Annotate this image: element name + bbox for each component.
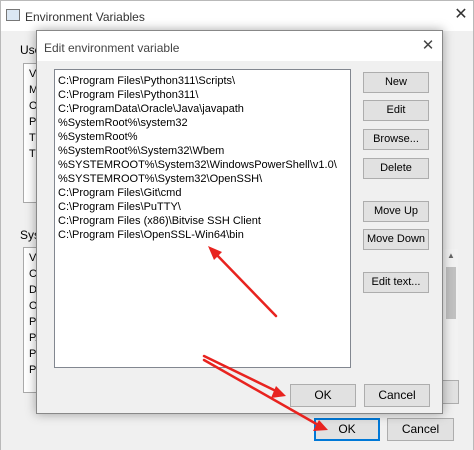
edit-dialog-title: Edit environment variable [44,41,180,55]
system-list-scrollbar[interactable]: ▲ ▼ [442,249,458,399]
system-partial-button[interactable] [441,380,459,404]
scrollbar-thumb[interactable] [446,267,456,319]
env-cancel-button[interactable]: Cancel [387,418,454,441]
move-down-button[interactable]: Move Down [363,229,429,250]
path-list-item[interactable]: C:\Program Files\Git\cmd [58,186,181,200]
delete-button[interactable]: Delete [363,158,429,179]
env-ok-button[interactable]: OK [314,418,380,441]
edit-ok-button[interactable]: OK [290,384,356,407]
path-list-item[interactable]: %SYSTEMROOT%\System32\WindowsPowerShell\… [58,158,337,172]
path-list-item[interactable]: C:\Program Files\Python311\ [58,88,198,102]
path-entries-list[interactable]: C:\Program Files\Python311\Scripts\ C:\P… [54,69,351,368]
env-window-title: Environment Variables [25,10,145,24]
edit-text-button[interactable]: Edit text... [363,272,429,293]
env-titlebar: Environment Variables ✕ [1,1,473,31]
move-up-button[interactable]: Move Up [363,201,429,222]
path-list-item[interactable]: C:\Program Files\Python311\Scripts\ [58,74,235,88]
edit-close-icon[interactable]: ✕ [417,35,439,57]
path-list-item[interactable]: %SYSTEMROOT%\System32\OpenSSH\ [58,172,262,186]
path-list-item-editing[interactable]: C:\Program Files\OpenSSL-Win64\bin [58,228,244,242]
window-app-icon [6,9,20,21]
scroll-up-arrow-icon[interactable]: ▲ [443,249,459,263]
path-list-item[interactable]: %SystemRoot%\system32 [58,116,188,130]
path-list-item[interactable]: C:\ProgramData\Oracle\Java\javapath [58,102,244,116]
path-list-item[interactable]: %SystemRoot%\System32\Wbem [58,144,224,158]
edit-cancel-button[interactable]: Cancel [364,384,430,407]
env-close-icon[interactable]: ✕ [447,1,474,31]
path-list-item[interactable]: C:\Program Files\PuTTY\ [58,200,181,214]
edit-button[interactable]: Edit [363,100,429,121]
edit-dialog-titlebar: Edit environment variable ✕ [37,31,442,61]
path-list-item[interactable]: %SystemRoot% [58,130,137,144]
new-button[interactable]: New [363,72,429,93]
browse-button[interactable]: Browse... [363,129,429,150]
edit-environment-variable-dialog: Edit environment variable ✕ C:\Program F… [36,30,443,414]
path-list-item[interactable]: C:\Program Files (x86)\Bitvise SSH Clien… [58,214,261,228]
